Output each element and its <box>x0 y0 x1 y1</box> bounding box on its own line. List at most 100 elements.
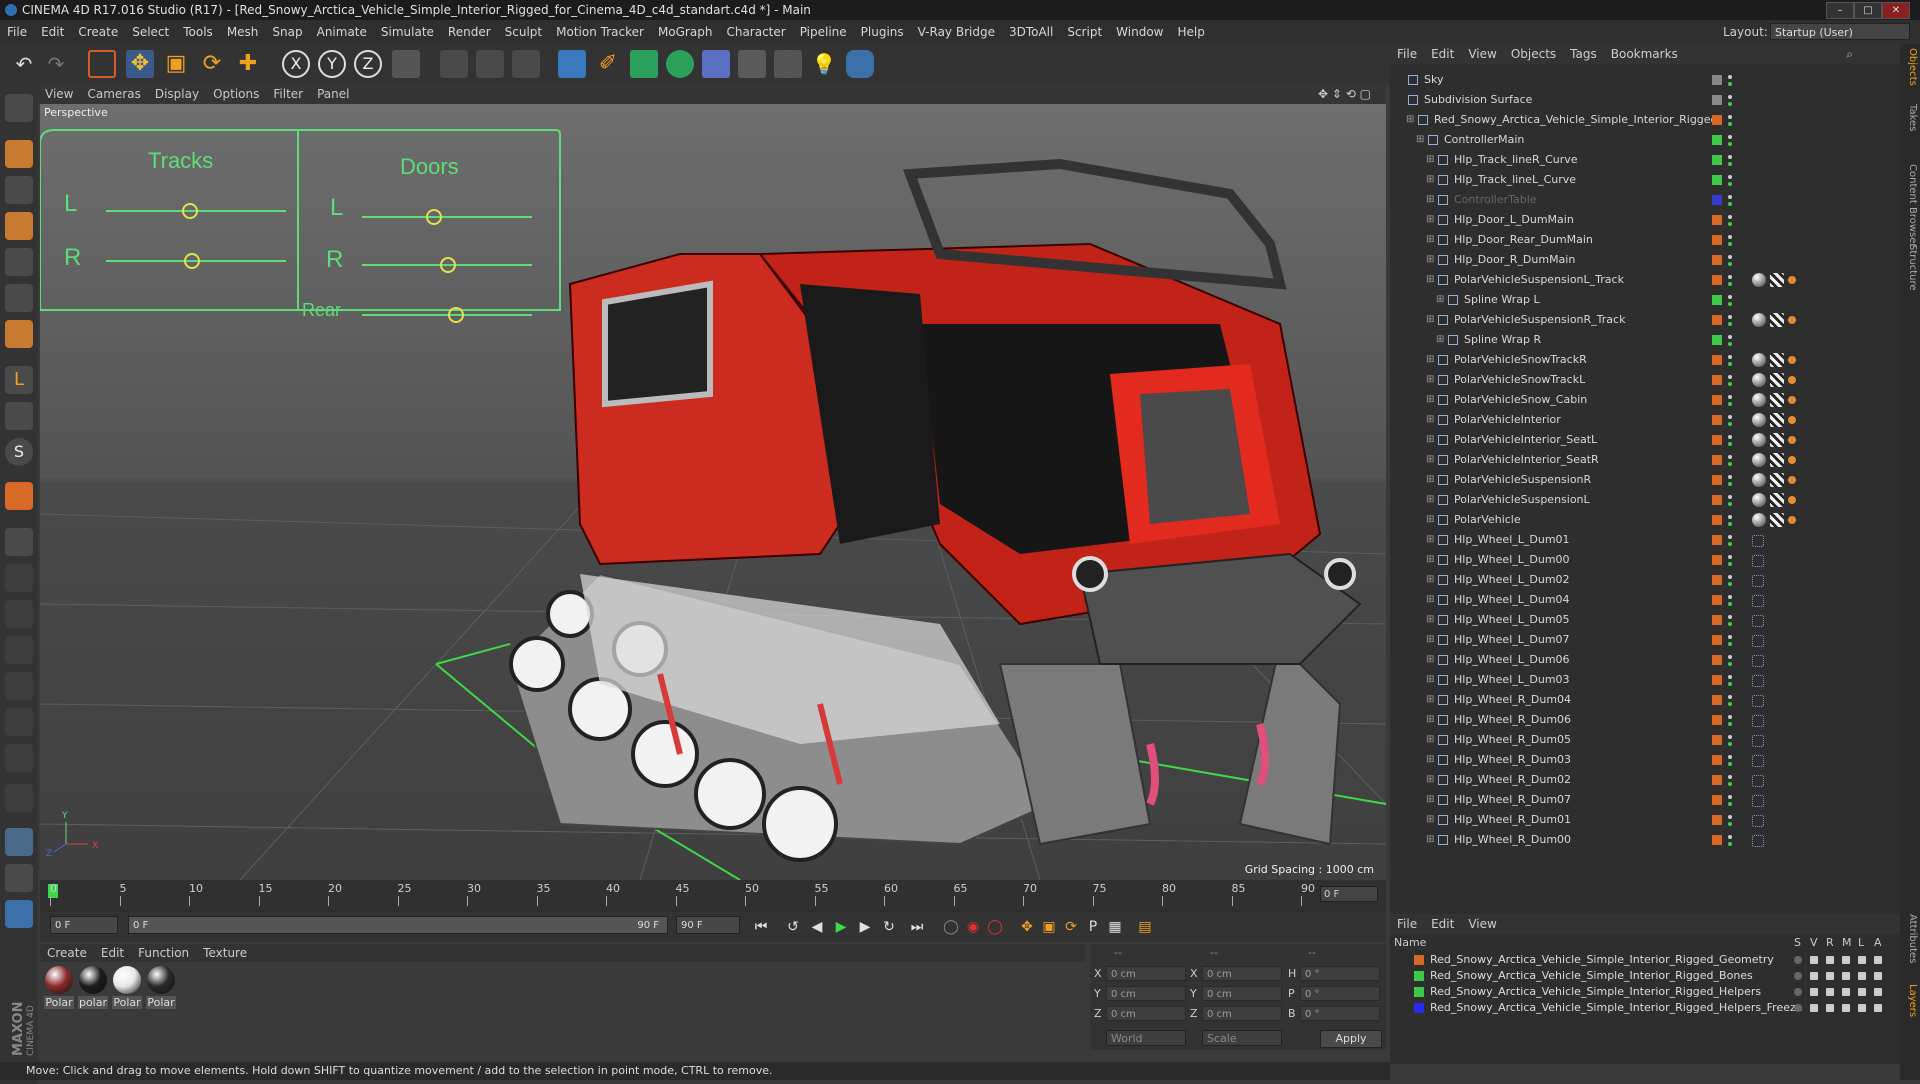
layer-menu-view[interactable]: View <box>1461 914 1503 934</box>
layer-flag-icon[interactable] <box>1858 988 1866 996</box>
constraint-tag-icon[interactable] <box>1752 755 1764 767</box>
render-visibility-dot[interactable] <box>1728 202 1732 206</box>
undo-icon[interactable]: ↶ <box>10 50 38 78</box>
snap-icon[interactable]: S <box>5 438 33 466</box>
object-row[interactable]: ⊞ PolarVehicleSuspensionR_Track <box>1390 310 1900 330</box>
object-row[interactable]: ⊞ Hlp_Door_Rear_DumMain <box>1390 230 1900 250</box>
editor-visibility-dot[interactable] <box>1728 115 1732 119</box>
expand-toggle-icon[interactable]: ⊞ <box>1426 690 1434 710</box>
render-visibility-dot[interactable] <box>1728 822 1732 826</box>
redo-icon[interactable]: ↷ <box>42 50 70 78</box>
menu-create[interactable]: Create <box>71 20 125 44</box>
render-visibility-dot[interactable] <box>1728 702 1732 706</box>
object-row[interactable]: ⊞ PolarVehicleSnowTrackR <box>1390 350 1900 370</box>
go-to-end-icon[interactable]: ⏭ <box>906 917 928 937</box>
material-tag-icon[interactable] <box>1752 313 1766 327</box>
expand-toggle-icon[interactable]: ⊞ <box>1426 770 1434 790</box>
coordinate-type-dropdown[interactable]: Scale <box>1202 1030 1282 1046</box>
expand-toggle-icon[interactable]: ⊞ <box>1426 370 1434 390</box>
expand-toggle-icon[interactable]: ⊞ <box>1426 170 1434 190</box>
layer-flag-icon[interactable] <box>1794 972 1802 980</box>
expand-toggle-icon[interactable]: ⊞ <box>1416 130 1424 150</box>
subdivision-nurbs-icon[interactable] <box>630 50 658 78</box>
rotate-tool-icon[interactable]: ⟳ <box>198 50 226 78</box>
floor-scene-icon[interactable] <box>738 50 766 78</box>
editor-visibility-dot[interactable] <box>1728 415 1732 419</box>
expand-toggle-icon[interactable]: ⊞ <box>1426 390 1434 410</box>
object-row[interactable]: ⊞ Hlp_Wheel_L_Dum07 <box>1390 630 1900 650</box>
expand-toggle-icon[interactable]: ⊞ <box>1426 210 1434 230</box>
layer-flag-icon[interactable] <box>1874 972 1882 980</box>
constraint-tag-icon[interactable] <box>1752 615 1764 627</box>
object-row[interactable]: Sky <box>1390 70 1900 90</box>
viewport-menu-cameras[interactable]: Cameras <box>80 84 147 104</box>
array-cloner-icon[interactable] <box>666 50 694 78</box>
brush-s-icon[interactable] <box>5 672 33 700</box>
constraint-tag-icon[interactable] <box>1752 635 1764 647</box>
layer-flag-icon[interactable] <box>1826 972 1834 980</box>
editor-visibility-dot[interactable] <box>1728 255 1732 259</box>
key-rotation-icon[interactable]: ⟳ <box>1060 917 1082 937</box>
selection-tag-icon[interactable] <box>1788 376 1796 384</box>
expand-toggle-icon[interactable]: ⊞ <box>1426 230 1434 250</box>
python-icon[interactable] <box>846 50 874 78</box>
menu-mesh[interactable]: Mesh <box>220 20 266 44</box>
layer-flag-icon[interactable] <box>1858 956 1866 964</box>
object-manager-search-icon[interactable]: ⌕ <box>1839 44 1860 64</box>
side-tab-structure[interactable]: Structure <box>1902 244 1918 291</box>
editor-visibility-dot[interactable] <box>1728 275 1732 279</box>
editor-visibility-dot[interactable] <box>1728 535 1732 539</box>
timeline-window-icon[interactable]: ▤ <box>1134 917 1156 937</box>
expand-toggle-icon[interactable]: ⊞ <box>1426 590 1434 610</box>
object-row[interactable]: ⊞ Hlp_Wheel_R_Dum06 <box>1390 710 1900 730</box>
editor-visibility-dot[interactable] <box>1728 175 1732 179</box>
expand-toggle-icon[interactable]: ⊞ <box>1426 710 1434 730</box>
layer-flag-icon[interactable] <box>1826 1004 1834 1012</box>
render-visibility-dot[interactable] <box>1728 582 1732 586</box>
edges-mode-icon[interactable] <box>5 284 33 312</box>
texture-tag-icon[interactable] <box>1770 393 1784 407</box>
layer-color-swatch[interactable] <box>1712 435 1722 445</box>
editor-visibility-dot[interactable] <box>1728 155 1732 159</box>
layer-color-swatch[interactable] <box>1414 1003 1424 1013</box>
material-tag-icon[interactable] <box>1752 273 1766 287</box>
menu-mograph[interactable]: MoGraph <box>651 20 720 44</box>
doors-l-slider-knob[interactable] <box>426 209 442 225</box>
layer-color-swatch[interactable] <box>1712 315 1722 325</box>
bend-icon[interactable] <box>5 864 33 892</box>
menu-edit[interactable]: Edit <box>34 20 71 44</box>
y-axis-lock-icon[interactable]: Y <box>318 50 346 78</box>
current-frame-field[interactable]: 0 F <box>1320 886 1378 902</box>
constraint-tag-icon[interactable] <box>1752 815 1764 827</box>
x-axis-lock-icon[interactable]: X <box>282 50 310 78</box>
texture-tag-icon[interactable] <box>1770 493 1784 507</box>
object-row[interactable]: ⊞ Hlp_Wheel_R_Dum03 <box>1390 750 1900 770</box>
constraint-tag-icon[interactable] <box>1752 835 1764 847</box>
expand-toggle-icon[interactable]: ⊞ <box>1426 490 1434 510</box>
editor-visibility-dot[interactable] <box>1728 615 1732 619</box>
editor-visibility-dot[interactable] <box>1728 815 1732 819</box>
constraint-tag-icon[interactable] <box>1752 715 1764 727</box>
object-row[interactable]: ⊞ Hlp_Wheel_R_Dum00 <box>1390 830 1900 850</box>
object-row[interactable]: ⊞ Hlp_Wheel_R_Dum02 <box>1390 770 1900 790</box>
render-visibility-dot[interactable] <box>1728 602 1732 606</box>
editor-visibility-dot[interactable] <box>1728 755 1732 759</box>
layer-row[interactable]: Red_Snowy_Arctica_Vehicle_Simple_Interio… <box>1390 1000 1900 1016</box>
layer-flag-icon[interactable] <box>1874 956 1882 964</box>
texture-tag-icon[interactable] <box>1770 473 1784 487</box>
expand-toggle-icon[interactable]: ⊞ <box>1436 290 1444 310</box>
material-tag-icon[interactable] <box>1752 413 1766 427</box>
render-visibility-dot[interactable] <box>1728 102 1732 106</box>
layer-menu-edit[interactable]: Edit <box>1424 914 1461 934</box>
editor-visibility-dot[interactable] <box>1728 455 1732 459</box>
object-row[interactable]: ⊞ Spline Wrap R <box>1390 330 1900 350</box>
editor-visibility-dot[interactable] <box>1728 75 1732 79</box>
play-icon[interactable]: ▶ <box>830 917 852 937</box>
render-visibility-dot[interactable] <box>1728 742 1732 746</box>
layer-color-swatch[interactable] <box>1712 135 1722 145</box>
layer-color-swatch[interactable] <box>1712 415 1722 425</box>
side-tab-layers[interactable]: Layers <box>1902 984 1918 1017</box>
layer-flag-icon[interactable] <box>1826 956 1834 964</box>
layer-flag-icon[interactable] <box>1810 988 1818 996</box>
layer-color-swatch[interactable] <box>1712 835 1722 845</box>
